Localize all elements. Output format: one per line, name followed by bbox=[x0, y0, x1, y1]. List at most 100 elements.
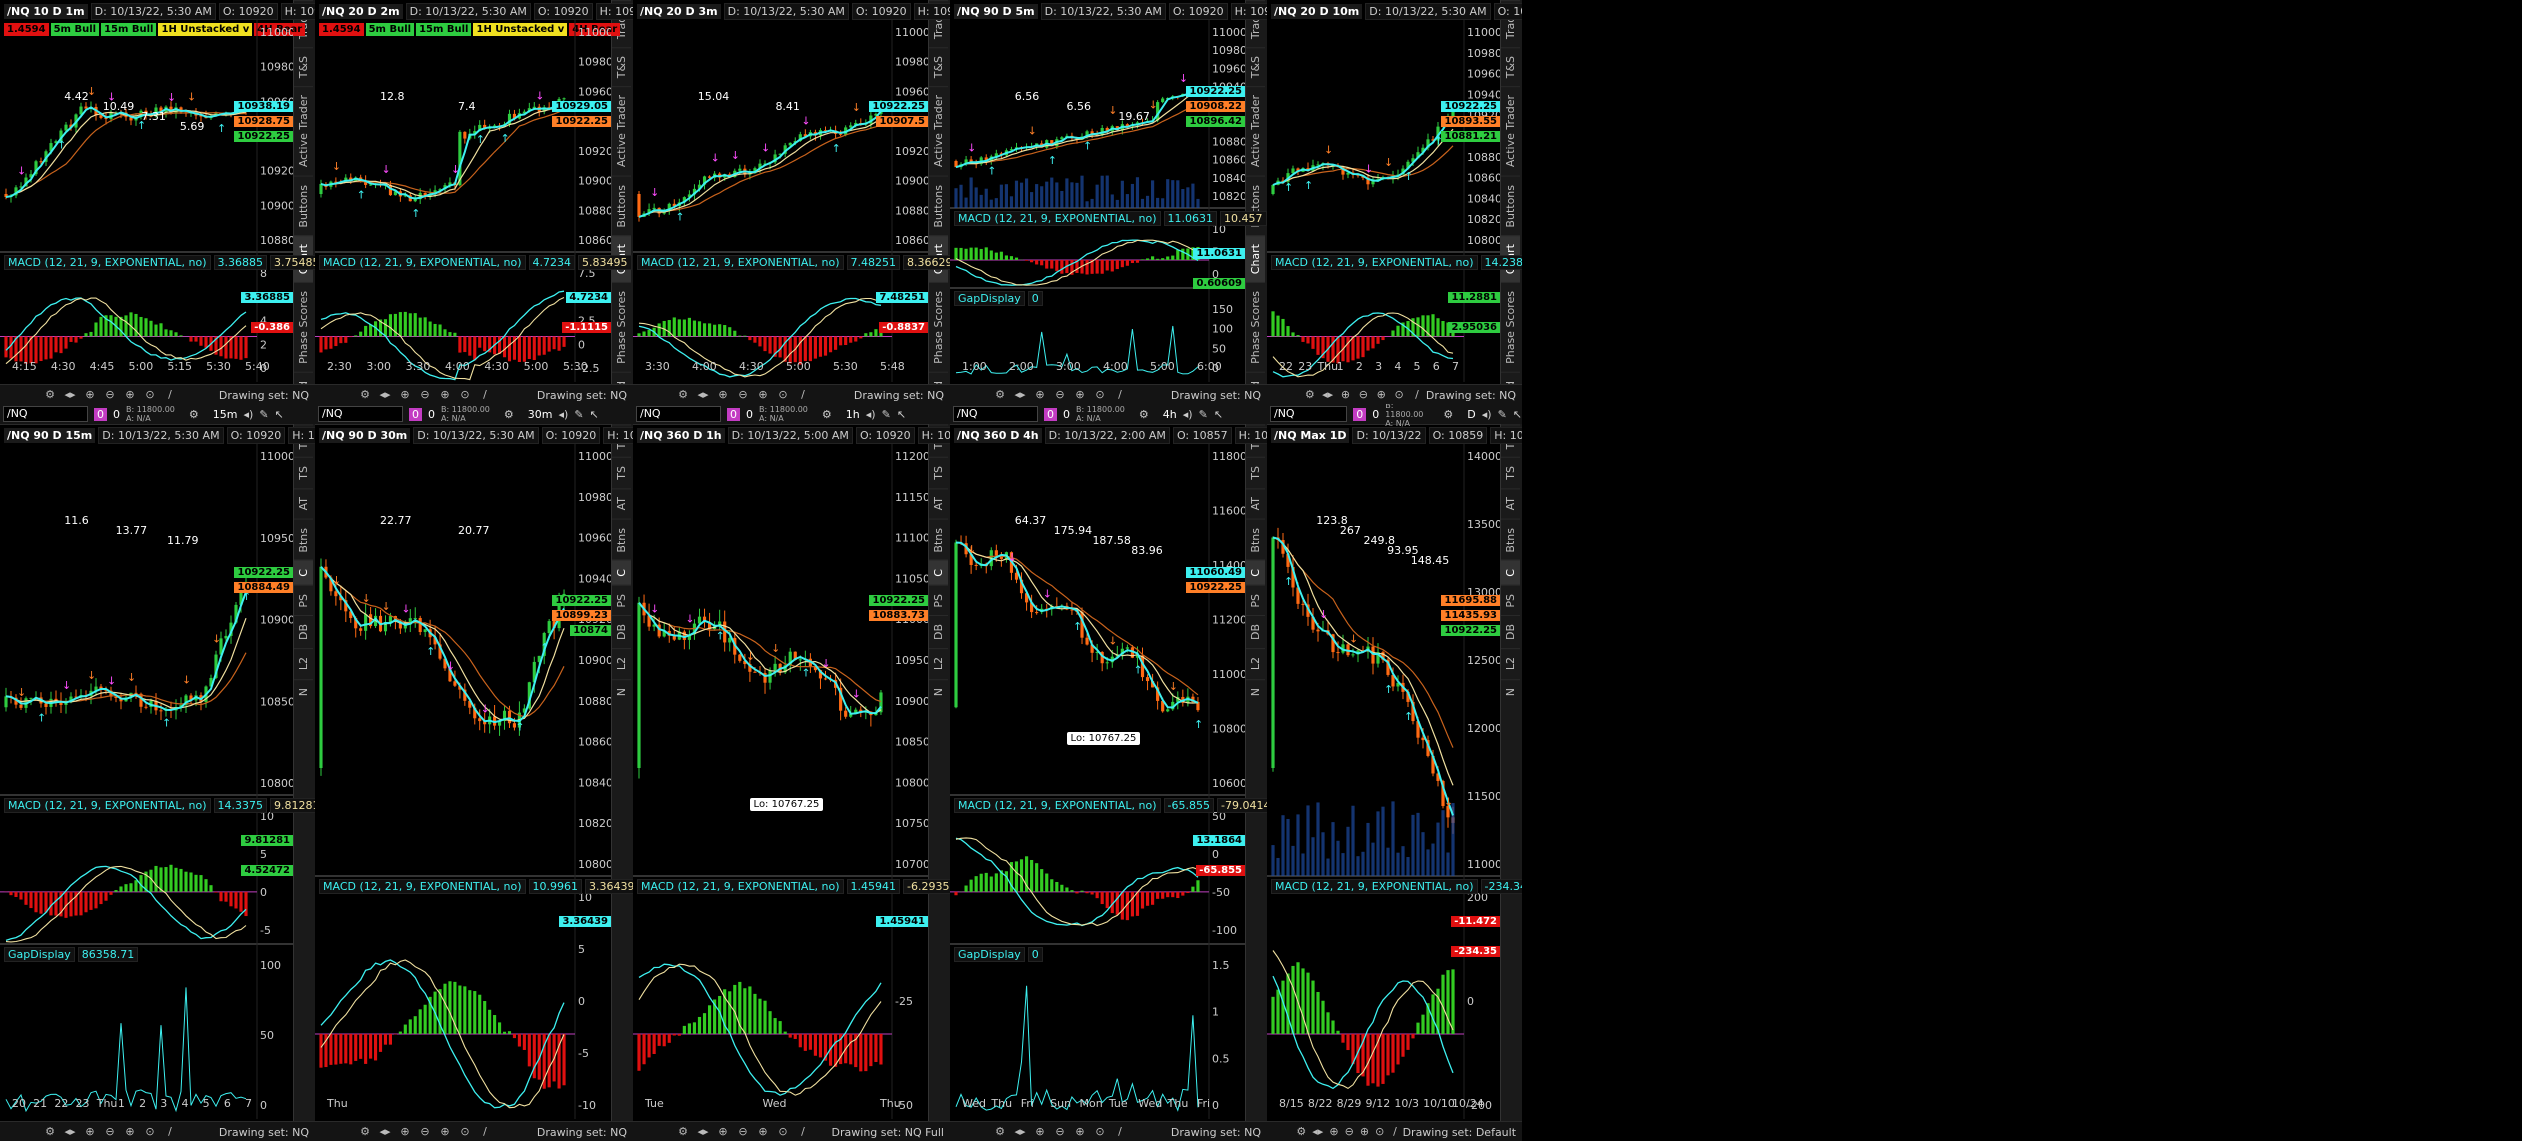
gear-icon[interactable]: ⚙ bbox=[993, 1126, 1007, 1138]
tab-n[interactable]: N bbox=[1501, 678, 1520, 704]
zoom-out-icon[interactable]: ⊖ bbox=[1357, 389, 1369, 401]
drawing-set-label[interactable]: Drawing set: NQ bbox=[1171, 389, 1267, 402]
tab-t-s[interactable]: T&S bbox=[294, 47, 313, 87]
zoom-reset-icon[interactable]: ⊙ bbox=[776, 1126, 790, 1138]
tab-buttons[interactable]: Buttons bbox=[294, 175, 313, 236]
tab-c[interactable]: C bbox=[612, 560, 631, 585]
zoom-reset-icon[interactable]: ⊙ bbox=[776, 389, 790, 401]
tab-buttons[interactable]: Buttons bbox=[612, 175, 631, 236]
tab-phase-scores[interactable]: Phase Scores bbox=[294, 282, 313, 373]
zoom-reset-icon[interactable]: ⊙ bbox=[1375, 1126, 1384, 1138]
chart-canvas[interactable]: 1100010980109601094010920109001088010860… bbox=[315, 404, 611, 1141]
tab-buttons[interactable]: Buttons bbox=[1246, 175, 1265, 236]
tab-t-s[interactable]: T&S bbox=[1501, 47, 1520, 87]
zoom-in-icon[interactable]: ⊕ bbox=[756, 1126, 770, 1138]
zoom-in-icon[interactable]: ⊕ bbox=[1375, 389, 1387, 401]
tab-c[interactable]: C bbox=[1246, 560, 1265, 585]
chart-panel-2[interactable]: TradeT&SActive TraderButtonsChartPhase S… bbox=[315, 0, 633, 404]
scroll-left-icon[interactable]: ◂▸ bbox=[63, 1126, 77, 1138]
tab-l2[interactable]: L2 bbox=[1501, 648, 1520, 679]
tab-btns[interactable]: Btns bbox=[929, 518, 948, 561]
gear-icon[interactable]: ⚙ bbox=[43, 1126, 57, 1138]
scroll-left-icon[interactable]: ◂▸ bbox=[1322, 389, 1334, 401]
tab-phase-scores[interactable]: Phase Scores bbox=[929, 282, 948, 373]
tab-active-trader[interactable]: Active Trader bbox=[612, 86, 631, 176]
zoom-out-icon[interactable]: ⊖ bbox=[418, 389, 432, 401]
chart-canvas[interactable]: 1100010980109601094010920109001088010860… bbox=[633, 0, 928, 404]
tab-active-trader[interactable]: Active Trader bbox=[1501, 86, 1520, 176]
tab-n[interactable]: N bbox=[612, 678, 631, 704]
tab-active-trader[interactable]: Active Trader bbox=[1246, 86, 1265, 176]
draw-icon[interactable]: / bbox=[478, 389, 492, 401]
gear-icon[interactable]: ⚙ bbox=[676, 389, 690, 401]
drawing-set-label[interactable]: Drawing set: NQ bbox=[1171, 1126, 1267, 1139]
pan-icon[interactable]: ⊕ bbox=[1340, 389, 1352, 401]
draw-icon[interactable]: / bbox=[478, 1126, 492, 1138]
zoom-reset-icon[interactable]: ⊙ bbox=[1093, 389, 1107, 401]
zoom-in-icon[interactable]: ⊕ bbox=[438, 1126, 452, 1138]
zoom-reset-icon[interactable]: ⊙ bbox=[458, 1126, 472, 1138]
scroll-left-icon[interactable]: ◂▸ bbox=[378, 389, 392, 401]
pan-icon[interactable]: ⊕ bbox=[716, 1126, 730, 1138]
scroll-left-icon[interactable]: ◂▸ bbox=[696, 1126, 710, 1138]
tab-ts[interactable]: TS bbox=[1246, 457, 1265, 489]
tab-btns[interactable]: Btns bbox=[612, 518, 631, 561]
tab-ts[interactable]: TS bbox=[1501, 457, 1520, 489]
drawing-set-label[interactable]: Drawing set: NQ bbox=[1426, 389, 1522, 402]
tab-l2[interactable]: L2 bbox=[929, 648, 948, 679]
tab-phase-scores[interactable]: Phase Scores bbox=[1246, 282, 1265, 373]
tab-buttons[interactable]: Buttons bbox=[929, 175, 948, 236]
pan-icon[interactable]: ⊕ bbox=[398, 1126, 412, 1138]
drawing-set-label[interactable]: Drawing set: NQ bbox=[537, 1126, 633, 1139]
tab-l2[interactable]: L2 bbox=[294, 648, 313, 679]
drawing-set-label[interactable]: Drawing set: NQ bbox=[219, 1126, 315, 1139]
tab-ts[interactable]: TS bbox=[612, 457, 631, 489]
chart-panel-6[interactable]: /NQ00B: 11800.00A: N/A⚙15m◂)✎↖TrdTSATBtn… bbox=[0, 404, 315, 1141]
pan-icon[interactable]: ⊕ bbox=[1033, 1126, 1047, 1138]
draw-icon[interactable]: / bbox=[163, 1126, 177, 1138]
draw-icon[interactable]: / bbox=[796, 1126, 810, 1138]
pan-icon[interactable]: ⊕ bbox=[1329, 1126, 1338, 1138]
tab-ts[interactable]: TS bbox=[929, 457, 948, 489]
tab-at[interactable]: AT bbox=[929, 488, 948, 519]
chart-canvas[interactable]: 1100010980109601094010920109001088010860… bbox=[950, 0, 1245, 404]
tab-c[interactable]: C bbox=[294, 560, 313, 585]
tab-n[interactable]: N bbox=[294, 678, 313, 704]
tab-t-s[interactable]: T&S bbox=[612, 47, 631, 87]
zoom-reset-icon[interactable]: ⊙ bbox=[458, 389, 472, 401]
zoom-out-icon[interactable]: ⊖ bbox=[736, 1126, 750, 1138]
gear-icon[interactable]: ⚙ bbox=[1304, 389, 1316, 401]
draw-icon[interactable]: / bbox=[163, 389, 177, 401]
tab-at[interactable]: AT bbox=[294, 488, 313, 519]
gear-icon[interactable]: ⚙ bbox=[358, 1126, 372, 1138]
zoom-out-icon[interactable]: ⊖ bbox=[1053, 1126, 1067, 1138]
tab-db[interactable]: DB bbox=[1501, 615, 1520, 649]
tab-db[interactable]: DB bbox=[294, 615, 313, 649]
pan-icon[interactable]: ⊕ bbox=[716, 389, 730, 401]
chart-canvas[interactable]: 1120011150111001105011000109501090010850… bbox=[633, 404, 928, 1141]
chart-panel-5[interactable]: TradeT&SActive TraderButtonsChartPhase S… bbox=[1267, 0, 1522, 404]
tab-ps[interactable]: PS bbox=[929, 584, 948, 616]
zoom-in-icon[interactable]: ⊕ bbox=[123, 389, 137, 401]
tab-c[interactable]: C bbox=[929, 560, 948, 585]
tab-db[interactable]: DB bbox=[1246, 615, 1265, 649]
draw-icon[interactable]: / bbox=[1390, 1126, 1399, 1138]
zoom-in-icon[interactable]: ⊕ bbox=[1073, 1126, 1087, 1138]
scroll-left-icon[interactable]: ◂▸ bbox=[1013, 1126, 1027, 1138]
tab-l2[interactable]: L2 bbox=[612, 648, 631, 679]
cursor-icon[interactable]: ↖ bbox=[1513, 408, 1522, 421]
chart-canvas[interactable]: 1100010980109601094010920109001088010860… bbox=[1267, 0, 1500, 404]
zoom-reset-icon[interactable]: ⊙ bbox=[1393, 389, 1405, 401]
chart-panel-9[interactable]: /NQ00B: 11800.00A: N/A⚙4h◂)✎↖TrdTSATBtns… bbox=[950, 404, 1267, 1141]
pan-icon[interactable]: ⊕ bbox=[398, 389, 412, 401]
zoom-in-icon[interactable]: ⊕ bbox=[1360, 1126, 1369, 1138]
gear-icon[interactable]: ⚙ bbox=[43, 389, 57, 401]
chart-canvas[interactable]: 14000135001300012500120001150011000↑↓↓↑↑… bbox=[1267, 404, 1500, 1141]
draw-icon[interactable]: / bbox=[1113, 1126, 1127, 1138]
tab-btns[interactable]: Btns bbox=[294, 518, 313, 561]
zoom-reset-icon[interactable]: ⊙ bbox=[1093, 1126, 1107, 1138]
tab-phase-scores[interactable]: Phase Scores bbox=[612, 282, 631, 373]
chart-canvas[interactable]: 11000109801096010940109201090010880↓↑↓↓↑… bbox=[0, 0, 293, 404]
gear-icon[interactable]: ⚙ bbox=[358, 389, 372, 401]
zoom-reset-icon[interactable]: ⊙ bbox=[143, 389, 157, 401]
